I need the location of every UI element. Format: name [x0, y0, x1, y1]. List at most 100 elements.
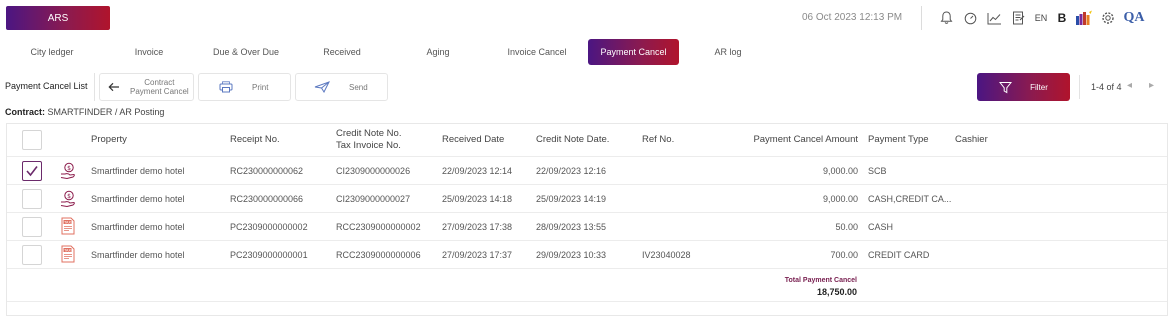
- next-page-icon[interactable]: ▸: [1149, 80, 1154, 91]
- svg-text:$: $: [67, 165, 71, 172]
- language-selector[interactable]: EN: [1030, 8, 1052, 28]
- cell-receipt-no: RC230000000066: [230, 194, 304, 204]
- svg-text:TAX: TAX: [63, 220, 71, 224]
- cell-payment-type: SCB: [868, 166, 887, 176]
- cell-received-date: 25/09/2023 14:18: [442, 194, 513, 204]
- gear-icon[interactable]: [1096, 8, 1120, 28]
- payment-cancel-table: Property Receipt No. Credit Note No. Tax…: [6, 123, 1168, 316]
- arrow-left-icon: [108, 82, 119, 92]
- filter-button[interactable]: Filter: [977, 73, 1070, 101]
- cell-amount: 700.00: [830, 250, 858, 260]
- cell-property: Smartfinder demo hotel: [91, 250, 185, 260]
- cell-credit-note-date: 22/09/2023 12:16: [536, 166, 607, 176]
- back-button-line1: Contract: [144, 78, 175, 87]
- send-label: Send: [349, 82, 368, 92]
- col-credit-note-date[interactable]: Credit Note Date.: [536, 134, 609, 146]
- tab-aging[interactable]: Aging: [398, 39, 478, 65]
- prev-page-icon[interactable]: ◂: [1127, 80, 1132, 91]
- pager-divider: [1079, 75, 1080, 99]
- page-title: Payment Cancel List: [5, 81, 88, 91]
- cell-credit-note-date: 28/09/2023 13:55: [536, 222, 607, 232]
- cell-credit-note: CI2309000000026: [336, 166, 411, 176]
- table-row[interactable]: TAX Smartfinder demo hotel PC23090000000…: [7, 241, 1167, 269]
- tab-payment-cancel[interactable]: Payment Cancel: [588, 39, 679, 65]
- row-checkbox[interactable]: [22, 217, 42, 237]
- row-checkbox[interactable]: [22, 245, 42, 265]
- tax-document-icon: TAX: [61, 217, 75, 235]
- cell-receipt-no: PC2309000000001: [230, 250, 308, 260]
- row-checkbox[interactable]: [22, 161, 42, 181]
- cell-receipt-no: RC230000000062: [230, 166, 304, 176]
- bold-b-icon[interactable]: B: [1052, 8, 1072, 28]
- back-to-contract-button[interactable]: Contract Payment Cancel: [99, 73, 194, 101]
- pagination-info: 1-4 of 4: [1091, 82, 1122, 92]
- current-datetime: 06 Oct 2023 12:13 PM: [802, 12, 903, 23]
- header-actions: EN B QA: [934, 8, 1148, 28]
- tab-city-ledger[interactable]: City ledger: [12, 39, 92, 65]
- cell-ref-no: IV23040028: [642, 250, 691, 260]
- cell-credit-note: CI2309000000027: [336, 194, 411, 204]
- table-row[interactable]: $ Smartfinder demo hotel RC230000000066 …: [7, 185, 1167, 213]
- color-palette-icon[interactable]: [1072, 8, 1096, 28]
- cell-payment-type: CREDIT CARD: [868, 250, 930, 260]
- col-cashier[interactable]: Cashier: [955, 134, 988, 146]
- table-row[interactable]: $ Smartfinder demo hotel RC230000000062 …: [7, 157, 1167, 185]
- cell-credit-note-date: 29/09/2023 10:33: [536, 250, 607, 260]
- send-button[interactable]: Send: [295, 73, 388, 101]
- contract-info: Contract: SMARTFINDER / AR Posting: [5, 107, 164, 117]
- cell-receipt-no: PC2309000000002: [230, 222, 308, 232]
- tax-document-icon: TAX: [61, 245, 75, 263]
- total-label: Total Payment Cancel: [784, 277, 857, 284]
- svg-text:$: $: [67, 193, 71, 200]
- tab-ar-log[interactable]: AR log: [690, 39, 766, 65]
- contract-value: SMARTFINDER / AR Posting: [47, 107, 165, 117]
- cell-credit-note-date: 25/09/2023 14:19: [536, 194, 607, 204]
- tab-invoice[interactable]: Invoice: [109, 39, 189, 65]
- col-credit-note[interactable]: Credit Note No. Tax Invoice No.: [336, 128, 401, 152]
- svg-text:TAX: TAX: [63, 248, 71, 252]
- tab-due-overdue[interactable]: Due & Over Due: [198, 39, 294, 65]
- bell-icon[interactable]: [934, 8, 958, 28]
- cell-amount: 9,000.00: [822, 194, 858, 204]
- cell-received-date: 27/09/2023 17:37: [442, 250, 513, 260]
- col-received-date[interactable]: Received Date: [442, 134, 504, 146]
- contract-label: Contract:: [5, 107, 45, 117]
- print-label: Print: [252, 82, 269, 92]
- col-credit-note-line1: Credit Note No.: [336, 128, 402, 139]
- app-logo[interactable]: ARS: [6, 6, 110, 30]
- select-all-checkbox[interactable]: [22, 130, 42, 150]
- col-payment-type[interactable]: Payment Type: [868, 134, 929, 146]
- table-header: Property Receipt No. Credit Note No. Tax…: [7, 124, 1167, 157]
- toolbar: Payment Cancel List Contract Payment Can…: [0, 71, 1168, 103]
- cell-property: Smartfinder demo hotel: [91, 194, 185, 204]
- table-row[interactable]: TAX Smartfinder demo hotel PC23090000000…: [7, 213, 1167, 241]
- printer-icon: [219, 81, 233, 93]
- app-header: ARS 06 Oct 2023 12:13 PM EN B QA: [0, 0, 1168, 36]
- chart-icon[interactable]: [982, 8, 1006, 28]
- cell-payment-type: CASH,CREDIT CA...: [868, 194, 952, 204]
- toolbar-divider: [94, 73, 95, 101]
- tab-received[interactable]: Received: [302, 39, 382, 65]
- tab-invoice-cancel[interactable]: Invoice Cancel: [494, 39, 580, 65]
- col-receipt-no[interactable]: Receipt No.: [230, 134, 280, 146]
- col-ref-no[interactable]: Ref No.: [642, 134, 674, 146]
- cell-received-date: 27/09/2023 17:38: [442, 222, 513, 232]
- paper-plane-icon: [314, 81, 330, 93]
- clock-icon[interactable]: [958, 8, 982, 28]
- filter-icon: [999, 81, 1013, 93]
- col-amount[interactable]: Payment Cancel Amount: [707, 134, 858, 146]
- col-credit-note-line2: Tax Invoice No.: [336, 140, 401, 151]
- cell-property: Smartfinder demo hotel: [91, 166, 185, 176]
- cell-property: Smartfinder demo hotel: [91, 222, 185, 232]
- row-checkbox[interactable]: [22, 189, 42, 209]
- qa-label[interactable]: QA: [1120, 8, 1148, 28]
- money-hand-icon: $: [60, 190, 75, 208]
- back-button-line2: Payment Cancel: [130, 87, 189, 96]
- nav-tabs: City ledger Invoice Due & Over Due Recei…: [0, 39, 800, 65]
- cell-amount: 50.00: [835, 222, 858, 232]
- print-button[interactable]: Print: [198, 73, 291, 101]
- total-row: [7, 269, 1167, 302]
- check-icon: [26, 166, 38, 177]
- document-icon[interactable]: [1006, 8, 1030, 28]
- col-property[interactable]: Property: [91, 134, 127, 146]
